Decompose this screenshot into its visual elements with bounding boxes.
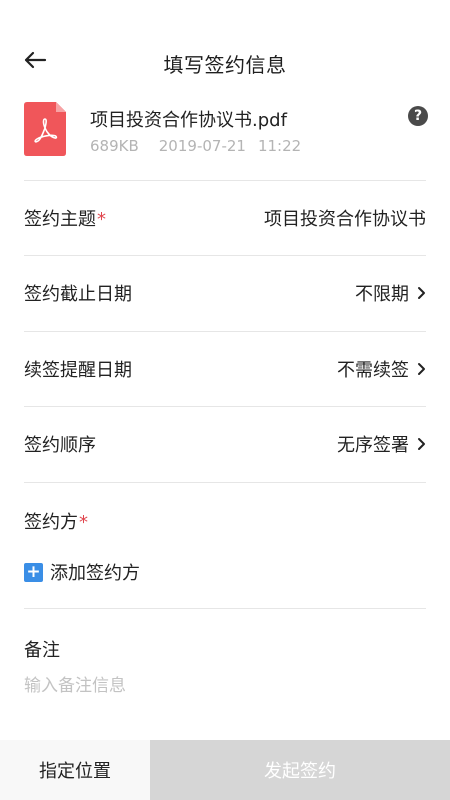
deadline-value: 不限期 xyxy=(355,280,426,306)
chevron-right-icon xyxy=(418,438,425,450)
reminder-label: 续签提醒日期 xyxy=(24,360,132,381)
subject-value: 项目投资合作协议书 xyxy=(264,209,426,230)
file-name: 项目投资合作协议书.pdf xyxy=(90,110,287,131)
file-time: 11:22 xyxy=(257,137,302,155)
specify-position-button[interactable]: 指定位置 xyxy=(0,740,150,800)
order-row[interactable]: 签约顺序 无序签署 xyxy=(24,407,426,481)
note-input[interactable] xyxy=(24,672,426,700)
deadline-label: 签约截止日期 xyxy=(24,284,132,305)
plus-icon: + xyxy=(24,562,43,582)
add-signer-label: 添加签约方 xyxy=(50,563,140,584)
subject-label: 签约主题* xyxy=(24,209,106,230)
signers-label: 签约方* xyxy=(24,512,88,533)
pdf-file-icon xyxy=(24,102,66,156)
required-mark: * xyxy=(97,209,106,230)
file-meta: 689KB 2019-07-21 11:22 xyxy=(90,137,321,155)
page-title: 填写签约信息 xyxy=(163,53,287,77)
file-date: 2019-07-21 xyxy=(158,137,246,155)
chevron-right-icon xyxy=(418,363,425,375)
question-mark-icon[interactable]: ? xyxy=(408,106,428,126)
subject-row[interactable]: 签约主题* 项目投资合作协议书 xyxy=(24,181,426,255)
divider xyxy=(24,482,426,483)
reminder-value: 不需续签 xyxy=(337,356,426,382)
reminder-row[interactable]: 续签提醒日期 不需续签 xyxy=(24,332,426,406)
add-signer-button[interactable]: + 添加签约方 xyxy=(24,560,140,584)
bottom-bar: 指定位置 发起签约 xyxy=(0,740,450,800)
required-mark: * xyxy=(79,512,88,533)
file-size: 689KB xyxy=(90,137,139,155)
file-info: 项目投资合作协议书.pdf 689KB 2019-07-21 11:22 ? xyxy=(24,102,428,162)
divider xyxy=(24,608,426,609)
deadline-row[interactable]: 签约截止日期 不限期 xyxy=(24,256,426,330)
start-signing-button[interactable]: 发起签约 xyxy=(150,740,450,800)
order-label: 签约顺序 xyxy=(24,435,96,456)
sign-info-page: 填写签约信息 项目投资合作协议书.pdf 689KB 2019-07-21 11:2… xyxy=(0,0,450,800)
note-label: 备注 xyxy=(24,640,60,661)
header: 填写签约信息 xyxy=(0,0,450,90)
order-value: 无序签署 xyxy=(337,431,426,457)
chevron-right-icon xyxy=(418,287,425,299)
